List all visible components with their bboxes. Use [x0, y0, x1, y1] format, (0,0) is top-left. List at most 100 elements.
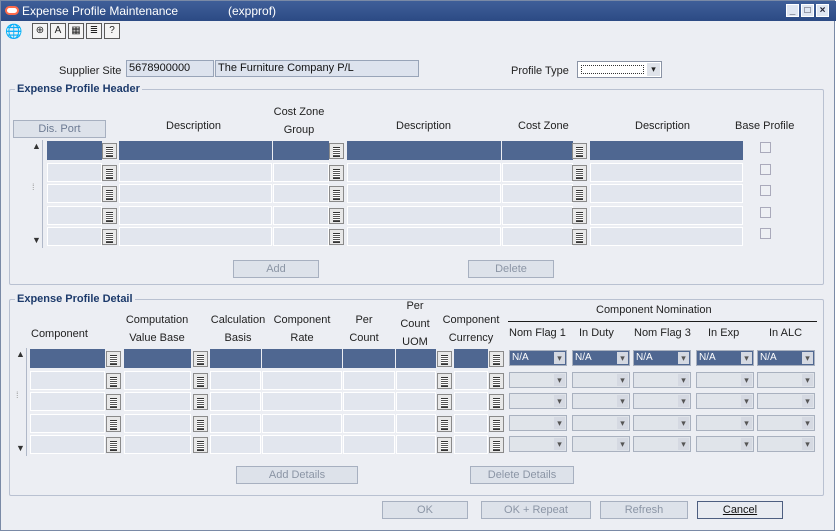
- table-cell[interactable]: [210, 413, 261, 433]
- nomination-select[interactable]: [572, 414, 630, 431]
- table-cell[interactable]: [30, 435, 105, 454]
- list-of-values-icon[interactable]: [572, 143, 587, 159]
- list-of-values-icon[interactable]: [193, 437, 208, 453]
- nomination-select[interactable]: [572, 436, 630, 452]
- nomination-select[interactable]: [757, 436, 815, 452]
- help-icon[interactable]: ⊕: [32, 23, 48, 39]
- list-of-values-icon[interactable]: [102, 164, 117, 181]
- table-cell[interactable]: [396, 370, 436, 390]
- dis-port-button[interactable]: Dis. Port: [13, 120, 106, 138]
- scroll-down-icon[interactable]: ▼: [32, 235, 41, 245]
- table-cell[interactable]: [210, 370, 261, 390]
- table-cell[interactable]: [210, 349, 261, 368]
- table-cell[interactable]: [119, 184, 272, 203]
- list-of-values-icon[interactable]: [106, 437, 121, 453]
- table-cell[interactable]: [262, 435, 342, 454]
- list-of-values-icon[interactable]: [489, 394, 504, 410]
- table-cell[interactable]: [30, 413, 105, 433]
- table-cell[interactable]: [47, 162, 102, 182]
- base-profile-checkbox[interactable]: [760, 142, 771, 153]
- detail-scrollbar[interactable]: ▲ ⁞ ▼: [14, 348, 27, 456]
- nomination-select[interactable]: [633, 414, 691, 431]
- table-cell[interactable]: [347, 162, 501, 182]
- table-cell[interactable]: [119, 227, 272, 246]
- table-cell[interactable]: [273, 141, 329, 160]
- nomination-select[interactable]: [696, 371, 754, 388]
- list-of-values-icon[interactable]: [489, 437, 504, 453]
- add-button[interactable]: Add: [233, 260, 319, 278]
- table-cell[interactable]: [47, 141, 102, 160]
- base-profile-checkbox[interactable]: [760, 228, 771, 239]
- table-cell[interactable]: [47, 227, 102, 246]
- nomination-select[interactable]: [633, 436, 691, 452]
- nomination-select[interactable]: [757, 414, 815, 431]
- table-cell[interactable]: [502, 205, 573, 225]
- nomination-select[interactable]: [757, 393, 815, 409]
- table-cell[interactable]: [454, 392, 488, 411]
- nomination-select[interactable]: N/A: [696, 350, 754, 366]
- table-cell[interactable]: [210, 392, 261, 411]
- list-of-values-icon[interactable]: [193, 394, 208, 410]
- list-of-values-icon[interactable]: [193, 351, 208, 367]
- nomination-select[interactable]: [757, 371, 815, 388]
- nomination-select[interactable]: [509, 393, 567, 409]
- table-cell[interactable]: [590, 162, 743, 182]
- table-cell[interactable]: [210, 435, 261, 454]
- nomination-select[interactable]: [509, 371, 567, 388]
- table-cell[interactable]: [590, 184, 743, 203]
- table-cell[interactable]: [47, 184, 102, 203]
- table-cell[interactable]: [273, 227, 329, 246]
- table-cell[interactable]: [396, 349, 436, 368]
- table-cell[interactable]: [273, 162, 329, 182]
- list-of-values-icon[interactable]: [572, 164, 587, 181]
- scroll-up-icon[interactable]: ▲: [32, 141, 41, 151]
- list-of-values-icon[interactable]: [329, 143, 344, 159]
- nomination-select[interactable]: N/A: [757, 350, 815, 366]
- nomination-select[interactable]: N/A: [572, 350, 630, 366]
- table-cell[interactable]: [262, 392, 342, 411]
- list-of-values-icon[interactable]: [106, 351, 121, 367]
- list-of-values-icon[interactable]: [106, 372, 121, 389]
- table-cell[interactable]: [262, 349, 342, 368]
- table-cell[interactable]: [343, 413, 395, 433]
- header-scrollbar[interactable]: ▲ ⁞ ▼: [30, 140, 43, 248]
- table-cell[interactable]: [347, 184, 501, 203]
- table-cell[interactable]: [347, 205, 501, 225]
- profile-type-select[interactable]: ▾: [577, 61, 662, 78]
- maximize-icon[interactable]: □: [801, 4, 814, 17]
- list-of-values-icon[interactable]: [106, 394, 121, 410]
- globe-icon[interactable]: 🌐: [5, 23, 22, 39]
- list-of-values-icon[interactable]: [193, 372, 208, 389]
- nomination-select[interactable]: [509, 414, 567, 431]
- table-cell[interactable]: [124, 392, 191, 411]
- delete-button[interactable]: Delete: [468, 260, 554, 278]
- table-cell[interactable]: [502, 227, 573, 246]
- scroll-up-icon[interactable]: ▲: [16, 349, 25, 359]
- ok-button[interactable]: OK: [382, 501, 468, 519]
- nomination-select[interactable]: N/A: [633, 350, 691, 366]
- table-cell[interactable]: [262, 413, 342, 433]
- list-of-values-icon[interactable]: [572, 186, 587, 202]
- table-cell[interactable]: [590, 205, 743, 225]
- ok-repeat-button[interactable]: OK + Repeat: [481, 501, 591, 519]
- list-of-values-icon[interactable]: [489, 415, 504, 432]
- table-cell[interactable]: [119, 141, 272, 160]
- table-cell[interactable]: [454, 349, 488, 368]
- table-cell[interactable]: [590, 141, 743, 160]
- table-cell[interactable]: [30, 349, 105, 368]
- table-cell[interactable]: [396, 413, 436, 433]
- table-cell[interactable]: [124, 349, 191, 368]
- table-cell[interactable]: [119, 162, 272, 182]
- nomination-select[interactable]: [509, 436, 567, 452]
- list-of-values-icon[interactable]: [437, 351, 452, 367]
- delete-details-button[interactable]: Delete Details: [470, 466, 574, 484]
- nomination-select[interactable]: [696, 393, 754, 409]
- table-cell[interactable]: [119, 205, 272, 225]
- supplier-site-id-field[interactable]: 5678900000: [126, 60, 214, 77]
- print-icon[interactable]: ≣: [86, 23, 102, 39]
- nomination-select[interactable]: [572, 371, 630, 388]
- scroll-down-icon[interactable]: ▼: [16, 443, 25, 453]
- close-icon[interactable]: ×: [816, 4, 829, 17]
- list-of-values-icon[interactable]: [106, 415, 121, 432]
- table-cell[interactable]: [273, 205, 329, 225]
